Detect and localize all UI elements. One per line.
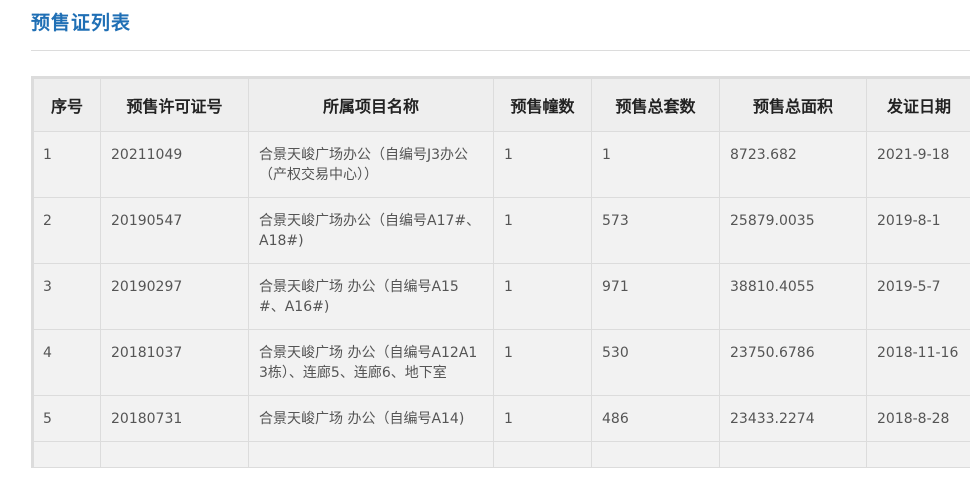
header-issue-date: 发证日期 [866,77,970,132]
cell-unit-count: 573 [591,197,720,264]
cell-issue-date [866,441,970,468]
header-permit-number: 预售许可证号 [100,77,249,132]
header-total-area: 预售总面积 [719,77,867,132]
cell-issue-date: 2019-5-7 [866,263,970,330]
cell-building-count: 1 [493,329,592,396]
cell-project-name: 合景天峻广场办公（自编号A17#、A18#) [248,197,494,264]
cell-project-name [248,441,494,468]
cell-seq: 1 [32,131,101,198]
cell-unit-count: 1 [591,131,720,198]
header-building-count: 预售幢数 [493,77,592,132]
cell-seq: 3 [32,263,101,330]
table-header-row: 序号 预售许可证号 所属项目名称 预售幢数 预售总套数 预售总面积 发证日期 [32,77,970,132]
table-row: 5 20180731 合景天峻广场 办公（自编号A14) 1 486 23433… [32,395,970,442]
presale-permit-table: 序号 预售许可证号 所属项目名称 预售幢数 预售总套数 预售总面积 发证日期 1… [31,76,970,468]
cell-project-name: 合景天峻广场办公（自编号J3办公（产权交易中心）） [248,131,494,198]
cell-unit-count: 971 [591,263,720,330]
cell-seq: 4 [32,329,101,396]
cell-permit-number: 20190297 [100,263,249,330]
cell-permit-number: 20190547 [100,197,249,264]
cell-permit-number: 20211049 [100,131,249,198]
cell-total-area: 23750.6786 [719,329,867,396]
cell-building-count: 1 [493,395,592,442]
cell-seq [32,441,101,468]
cell-project-name: 合景天峻广场 办公（自编号A15#、A16#) [248,263,494,330]
table-row: 2 20190547 合景天峻广场办公（自编号A17#、A18#) 1 573 … [32,197,970,264]
cell-issue-date: 2018-8-28 [866,395,970,442]
cell-issue-date: 2021-9-18 [866,131,970,198]
cell-total-area: 23433.2274 [719,395,867,442]
cell-building-count: 1 [493,131,592,198]
title-divider [31,50,970,51]
cell-permit-number: 20181037 [100,329,249,396]
cell-building-count: 1 [493,197,592,264]
cell-project-name: 合景天峻广场 办公（自编号A14) [248,395,494,442]
cell-unit-count: 486 [591,395,720,442]
page-title: 预售证列表 [31,12,132,34]
header-project-name: 所属项目名称 [248,77,494,132]
cell-building-count [493,441,592,468]
cell-unit-count [591,441,720,468]
cell-building-count: 1 [493,263,592,330]
cell-issue-date: 2018-11-16 [866,329,970,396]
cell-total-area: 38810.4055 [719,263,867,330]
cell-permit-number: 20180731 [100,395,249,442]
cell-project-name: 合景天峻广场 办公（自编号A12A13栋）、连廊5、连廊6、地下室 [248,329,494,396]
table-row: 1 20211049 合景天峻广场办公（自编号J3办公（产权交易中心）） 1 1… [32,131,970,198]
cell-total-area: 8723.682 [719,131,867,198]
cell-total-area: 25879.0035 [719,197,867,264]
header-unit-count: 预售总套数 [591,77,720,132]
cell-issue-date: 2019-8-1 [866,197,970,264]
cell-seq: 5 [32,395,101,442]
table-row: 3 20190297 合景天峻广场 办公（自编号A15#、A16#) 1 971… [32,263,970,330]
cell-seq: 2 [32,197,101,264]
cell-unit-count: 530 [591,329,720,396]
cell-total-area [719,441,867,468]
table-row: 4 20181037 合景天峻广场 办公（自编号A12A13栋）、连廊5、连廊6… [32,329,970,396]
header-seq: 序号 [32,77,101,132]
table-row-partial [32,441,970,468]
cell-permit-number [100,441,249,468]
presale-permit-table-container: 序号 预售许可证号 所属项目名称 预售幢数 预售总套数 预售总面积 发证日期 1… [31,76,970,477]
